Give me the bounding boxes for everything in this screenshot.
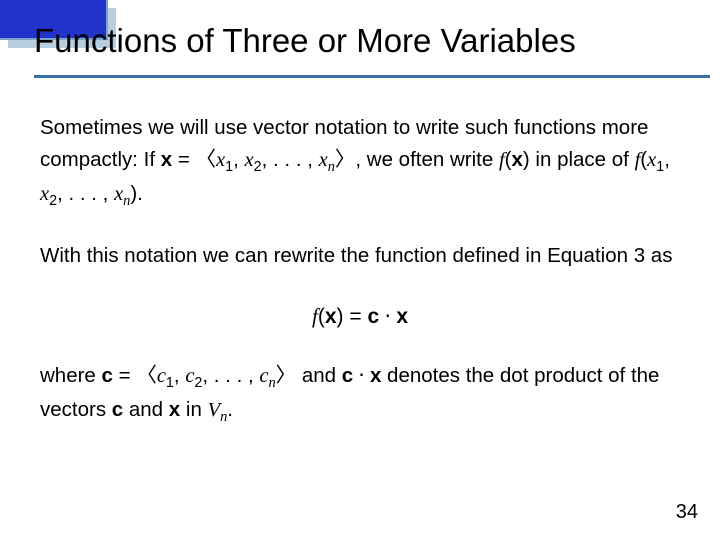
var-V: V xyxy=(208,399,221,421)
text: , . . . , xyxy=(202,364,259,387)
vector-c: c xyxy=(367,305,379,328)
vector-c: c xyxy=(102,364,113,387)
dot-operator: ⋅ xyxy=(379,304,396,328)
text: , . . . , xyxy=(262,148,319,171)
text: , xyxy=(174,364,185,387)
text: and xyxy=(123,398,169,421)
text: ) xyxy=(337,305,344,328)
vector-x: x xyxy=(511,148,522,171)
vector-c: c xyxy=(342,364,353,387)
langle: 〈 xyxy=(196,149,217,171)
text: = xyxy=(113,364,136,387)
text: in xyxy=(180,398,207,421)
vector-x: x xyxy=(396,305,408,328)
page-number: 34 xyxy=(676,501,698,524)
text: ). xyxy=(130,182,143,205)
text: , xyxy=(233,148,244,171)
var-x: x xyxy=(40,183,49,205)
text: With this notation we can rewrite the fu… xyxy=(40,244,672,267)
vector-x: x xyxy=(325,305,337,328)
slide-title: Functions of Three or More Variables xyxy=(34,22,576,60)
var-x: x xyxy=(216,149,225,171)
paragraph-2: With this notation we can rewrite the fu… xyxy=(40,240,680,272)
sub: n xyxy=(328,159,335,175)
sub: 1 xyxy=(225,159,233,175)
vector-x: x xyxy=(161,148,172,171)
text: = xyxy=(344,305,368,328)
equation-display: f(x) = c ⋅ x xyxy=(40,300,680,334)
slide-body: Sometimes we will use vector notation to… xyxy=(40,112,680,456)
rangle: 〉 xyxy=(335,149,356,171)
text: , we often write xyxy=(355,148,499,171)
vector-c: c xyxy=(112,398,123,421)
var-x: x xyxy=(647,149,656,171)
rangle: 〉 xyxy=(276,365,297,387)
text: , xyxy=(664,148,670,171)
vector-x: x xyxy=(169,398,180,421)
var-x: x xyxy=(114,183,123,205)
paragraph-1: Sometimes we will use vector notation to… xyxy=(40,112,680,212)
text: = xyxy=(172,148,195,171)
var-c: c xyxy=(157,365,166,387)
var-x: x xyxy=(319,149,328,171)
sub: 2 xyxy=(254,159,262,175)
text: . xyxy=(227,398,233,421)
paragraph-3: where c = 〈c1, c2, . . . , cn〉 and c ⋅ x… xyxy=(40,360,680,429)
sub: n xyxy=(268,375,275,391)
sub: 2 xyxy=(49,193,57,209)
text: where xyxy=(40,364,102,387)
text: , . . . , xyxy=(57,182,114,205)
sub: 1 xyxy=(166,375,174,391)
text: and xyxy=(296,364,342,387)
text: in place of xyxy=(530,148,635,171)
sub: 1 xyxy=(656,159,664,175)
vector-x: x xyxy=(370,364,381,387)
langle: 〈 xyxy=(136,365,157,387)
text: ( xyxy=(318,305,325,328)
dot-operator: ⋅ xyxy=(353,365,370,387)
var-x: x xyxy=(245,149,254,171)
text: ) xyxy=(523,148,530,171)
